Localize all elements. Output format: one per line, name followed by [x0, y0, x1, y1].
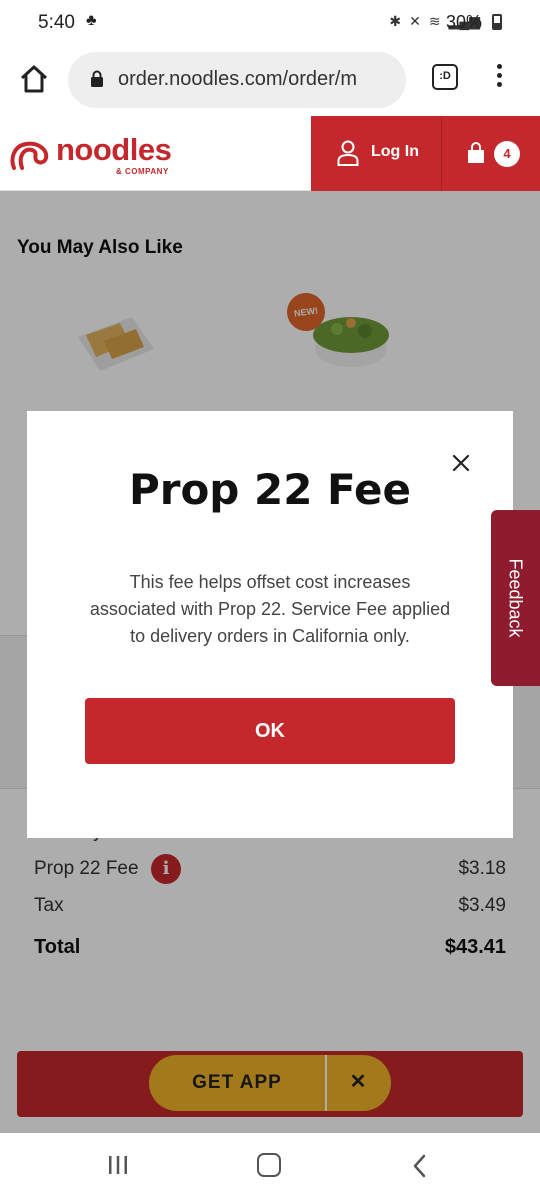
logo-wordmark: noodles: [56, 132, 172, 167]
status-time: 5:40: [38, 12, 75, 33]
user-icon: [337, 140, 359, 166]
system-nav-bar: [0, 1133, 540, 1200]
browser-toolbar: order.noodles.com/order/m :D: [0, 46, 540, 116]
mute-icon: ✕: [409, 13, 421, 29]
modal-title: Prop 22 Fee: [128, 465, 412, 514]
shopping-bag-icon: [468, 142, 484, 163]
status-bar: 5:40 ♣ ✱ ✕ ≋ ▂▄▆ 30%: [0, 0, 540, 46]
notification-icon: ♣: [86, 12, 97, 29]
login-button[interactable]: Log In: [311, 116, 441, 191]
tab-switcher-button[interactable]: :D: [432, 64, 458, 90]
feedback-label: Feedback: [505, 558, 526, 638]
login-label: Log In: [371, 143, 419, 160]
home-icon[interactable]: [18, 63, 50, 95]
battery-percent: 30%: [445, 12, 482, 32]
back-icon[interactable]: [410, 1153, 430, 1179]
wifi-icon: ≋: [428, 13, 441, 29]
noodles-logo[interactable]: noodles & COMPANY: [8, 132, 188, 176]
browser-menu-icon[interactable]: [494, 64, 504, 92]
lock-icon: [91, 70, 103, 87]
battery-icon: [492, 14, 502, 30]
feedback-tab[interactable]: Feedback: [491, 510, 540, 686]
cart-button[interactable]: 4: [441, 116, 540, 191]
site-header: noodles & COMPANY Log In 4: [0, 116, 540, 191]
recent-apps-icon[interactable]: [106, 1154, 130, 1176]
cart-count-badge: 4: [494, 141, 520, 167]
ok-button[interactable]: OK: [85, 698, 455, 764]
noodles-logo-icon: [10, 141, 49, 170]
url-text: order.noodles.com/order/m: [118, 68, 358, 90]
home-nav-icon[interactable]: [257, 1153, 281, 1177]
address-bar[interactable]: order.noodles.com/order/m: [68, 52, 406, 108]
prop22-fee-modal: Prop 22 Fee This fee helps offset cost i…: [27, 411, 513, 838]
modal-body: This fee helps offset cost increases ass…: [89, 572, 451, 646]
bluetooth-icon: ✱: [389, 13, 402, 29]
logo-subtext: & COMPANY: [116, 167, 169, 176]
